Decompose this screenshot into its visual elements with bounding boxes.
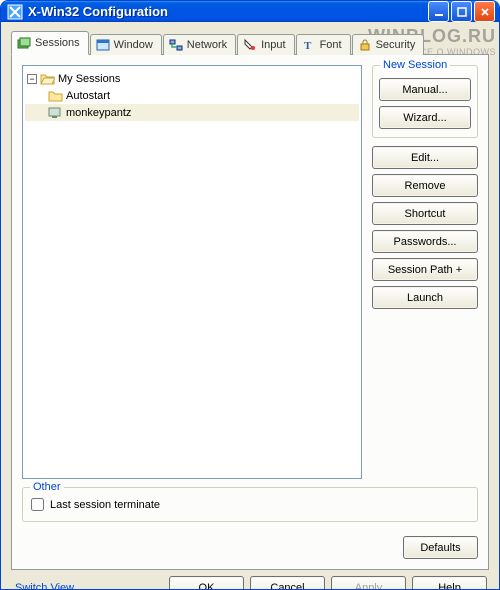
minimize-button[interactable] — [428, 1, 449, 22]
cancel-button[interactable]: Cancel — [250, 576, 325, 590]
launch-button[interactable]: Launch — [372, 286, 478, 309]
tree-root[interactable]: − My Sessions — [25, 70, 359, 87]
window-controls — [428, 1, 495, 22]
tree-label: Autostart — [66, 90, 110, 102]
tab-label: Input — [261, 39, 285, 51]
tree-item-session[interactable]: monkeypantz — [25, 104, 359, 121]
sidebar: New Session Manual... Wizard... Edit... … — [372, 65, 478, 479]
tab-label: Font — [320, 39, 342, 51]
titlebar[interactable]: X-Win32 Configuration — [1, 1, 499, 22]
passwords-button[interactable]: Passwords... — [372, 230, 478, 253]
apply-button[interactable]: Apply — [331, 576, 406, 590]
maximize-button[interactable] — [451, 1, 472, 22]
font-icon: T — [302, 38, 316, 52]
defaults-button[interactable]: Defaults — [403, 536, 478, 559]
tree-item-autostart[interactable]: Autostart — [25, 87, 359, 104]
edit-button[interactable]: Edit... — [372, 146, 478, 169]
tab-security[interactable]: Security — [352, 34, 425, 55]
dialog-footer: Switch View OK Cancel Apply Help — [11, 570, 489, 590]
tab-network[interactable]: Network — [163, 34, 236, 55]
new-session-group: New Session Manual... Wizard... — [372, 65, 478, 138]
last-session-terminate-row[interactable]: Last session terminate — [31, 498, 469, 511]
remove-button[interactable]: Remove — [372, 174, 478, 197]
svg-text:T: T — [304, 40, 312, 52]
session-path-button[interactable]: Session Path + — [372, 258, 478, 281]
sessions-tree[interactable]: − My Sessions Autostart monkeypantz — [22, 65, 362, 479]
tab-label: Window — [114, 39, 153, 51]
other-group: Other Last session terminate — [22, 487, 478, 522]
tab-sessions[interactable]: Sessions — [11, 31, 89, 55]
switch-view-link[interactable]: Switch View — [13, 582, 74, 590]
tab-window[interactable]: Window — [90, 34, 162, 55]
ok-button[interactable]: OK — [169, 576, 244, 590]
group-title: Other — [30, 481, 64, 493]
window-icon — [96, 38, 110, 52]
last-session-terminate-checkbox[interactable] — [31, 498, 44, 511]
network-icon — [169, 38, 183, 52]
tab-font[interactable]: T Font — [296, 34, 351, 55]
window-title: X-Win32 Configuration — [28, 4, 428, 19]
tree-label: monkeypantz — [66, 107, 131, 119]
collapse-icon[interactable]: − — [27, 74, 37, 84]
session-icon — [48, 106, 63, 119]
shortcut-button[interactable]: Shortcut — [372, 202, 478, 225]
app-window: X-Win32 Configuration Sessions Window Ne… — [0, 0, 500, 590]
tabpage-sessions: − My Sessions Autostart monkeypantz — [11, 54, 489, 570]
tab-label: Network — [187, 39, 227, 51]
close-button[interactable] — [474, 1, 495, 22]
client-area: Sessions Window Network Input T Font Sec… — [1, 22, 499, 590]
group-title: New Session — [380, 59, 450, 71]
tree-label: My Sessions — [58, 73, 120, 85]
manual-button[interactable]: Manual... — [379, 78, 471, 101]
checkbox-label: Last session terminate — [50, 499, 160, 511]
input-icon — [243, 38, 257, 52]
sessions-icon — [17, 36, 31, 50]
app-icon — [7, 4, 23, 20]
tab-input[interactable]: Input — [237, 34, 294, 55]
tab-label: Security — [376, 39, 416, 51]
folder-icon — [48, 89, 63, 102]
wizard-button[interactable]: Wizard... — [379, 106, 471, 129]
help-button[interactable]: Help — [412, 576, 487, 590]
tabstrip: Sessions Window Network Input T Font Sec… — [11, 30, 489, 54]
security-icon — [358, 38, 372, 52]
folder-open-icon — [40, 72, 55, 85]
tab-label: Sessions — [35, 37, 80, 49]
